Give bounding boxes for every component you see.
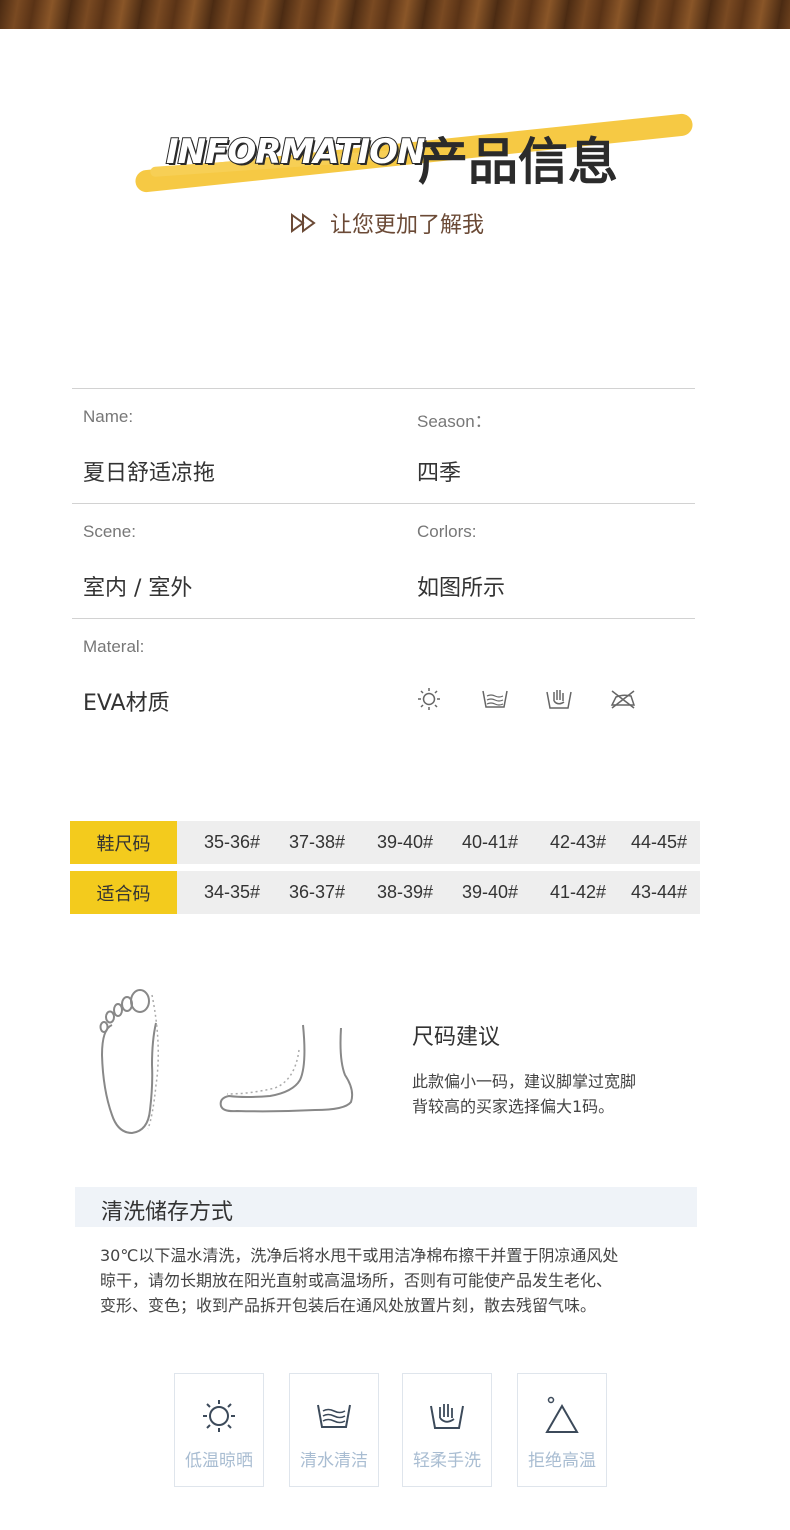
size-chart: 鞋尺码 35-36# 37-38# 39-40# 40-41# 42-43# 4… — [70, 821, 700, 921]
season-value: 四季 — [417, 461, 462, 486]
care-card-label: 低温晾晒 — [185, 1451, 253, 1471]
water-basin-icon — [481, 684, 545, 714]
shoe-size-cell: 40-41# — [461, 832, 519, 852]
foot-side-view-illustration — [219, 1024, 354, 1113]
fit-size-cell: 39-40# — [461, 882, 519, 902]
care-card-gentle-hand-wash: 轻柔手洗 — [402, 1373, 492, 1487]
sun-icon — [175, 1396, 263, 1436]
size-advice-text: 此款偏小一码，建议脚掌过宽脚 背较高的买家选择偏大1码。 — [412, 1069, 682, 1119]
care-card-label: 轻柔手洗 — [413, 1451, 481, 1471]
info-row-material: Materal: EVA材质 — [72, 618, 695, 733]
season-label: Season： — [417, 412, 492, 431]
info-cell-material: Materal: EVA材质 — [83, 619, 383, 734]
info-row-scene-colors: Scene: 室内 / 室外 Corlors: 如图所示 — [72, 503, 695, 618]
shoe-size-cell: 35-36# — [203, 832, 261, 852]
title-english: INFORMATION — [165, 131, 427, 173]
fit-size-cell: 36-37# — [288, 882, 346, 902]
size-advice-title: 尺码建议 — [412, 1025, 501, 1050]
shoe-size-cell: 42-43# — [549, 832, 607, 852]
title-chinese: 产品信息 — [418, 133, 618, 191]
info-cell-scene: Scene: 室内 / 室外 — [83, 504, 383, 619]
care-card-low-temp-dry: 低温晾晒 — [174, 1373, 264, 1487]
fit-size-label: 适合码 — [70, 871, 177, 914]
product-info-table: Name: 夏日舒适凉拖 Season： 四季 Scene: 室内 / 室外 C… — [72, 388, 695, 733]
info-cell-name: Name: 夏日舒适凉拖 — [83, 389, 383, 504]
cleaning-instructions: 30℃以下温水清洗，洗净后将水甩干或用洁净棉布擦干并置于阴凉通风处 晾干，请勿长… — [100, 1243, 700, 1318]
care-icon-row — [417, 684, 673, 714]
cleaning-title: 清洗储存方式 — [101, 1200, 234, 1225]
colors-value: 如图所示 — [417, 576, 506, 601]
subtitle-text: 让您更加了解我 — [330, 213, 485, 238]
material-value: EVA材质 — [83, 691, 170, 716]
shoe-size-cell: 44-45# — [630, 832, 688, 852]
colors-label: Corlors: — [417, 522, 477, 541]
water-basin-icon — [290, 1396, 378, 1436]
no-high-temp-icon — [518, 1396, 606, 1436]
care-card-no-high-temp: 拒绝高温 — [517, 1373, 607, 1487]
fit-size-row: 适合码 34-35# 36-37# 38-39# 39-40# 41-42# 4… — [70, 871, 700, 914]
fit-size-cell: 41-42# — [549, 882, 607, 902]
foot-top-view-illustration — [99, 989, 159, 1135]
care-card-label: 清水清洁 — [300, 1451, 368, 1471]
shoe-size-cell: 37-38# — [288, 832, 346, 852]
shoe-size-cell: 39-40# — [376, 832, 434, 852]
cleaning-line: 变形、变色；收到产品拆开包装后在通风处放置片刻，散去残留气味。 — [100, 1296, 597, 1315]
shoe-size-label: 鞋尺码 — [70, 821, 177, 864]
no-iron-icon — [609, 684, 673, 714]
name-value: 夏日舒适凉拖 — [83, 461, 216, 486]
info-cell-season: Season： 四季 — [417, 389, 717, 504]
size-advice-line: 背较高的买家选择偏大1码。 — [412, 1097, 615, 1116]
hand-wash-icon — [545, 684, 609, 714]
scene-value: 室内 / 室外 — [83, 576, 193, 601]
fit-size-cell: 43-44# — [630, 882, 688, 902]
care-card-clean-water: 清水清洁 — [289, 1373, 379, 1487]
sun-icon — [417, 684, 481, 714]
fit-size-cell: 34-35# — [203, 882, 261, 902]
info-cell-colors: Corlors: 如图所示 — [417, 504, 717, 619]
fit-size-cell: 38-39# — [376, 882, 434, 902]
cleaning-line: 30℃以下温水清洗，洗净后将水甩干或用洁净棉布擦干并置于阴凉通风处 — [100, 1246, 619, 1265]
shoe-size-row: 鞋尺码 35-36# 37-38# 39-40# 40-41# 42-43# 4… — [70, 821, 700, 864]
info-row-name-season: Name: 夏日舒适凉拖 Season： 四季 — [72, 388, 695, 503]
material-label: Materal: — [83, 637, 145, 656]
care-card-label: 拒绝高温 — [528, 1451, 596, 1471]
cleaning-section-header: 清洗储存方式 — [75, 1187, 697, 1227]
name-label: Name: — [83, 407, 134, 426]
double-arrow-icon — [291, 213, 316, 233]
scene-label: Scene: — [83, 522, 136, 541]
cleaning-line: 晾干，请勿长期放在阳光直射或高温场所，否则有可能使产品发生老化、 — [100, 1271, 613, 1290]
wood-texture-banner — [0, 0, 790, 29]
subtitle: 让您更加了解我 — [290, 206, 484, 240]
hand-wash-icon — [403, 1396, 491, 1436]
size-advice-line: 此款偏小一码，建议脚掌过宽脚 — [412, 1072, 637, 1091]
